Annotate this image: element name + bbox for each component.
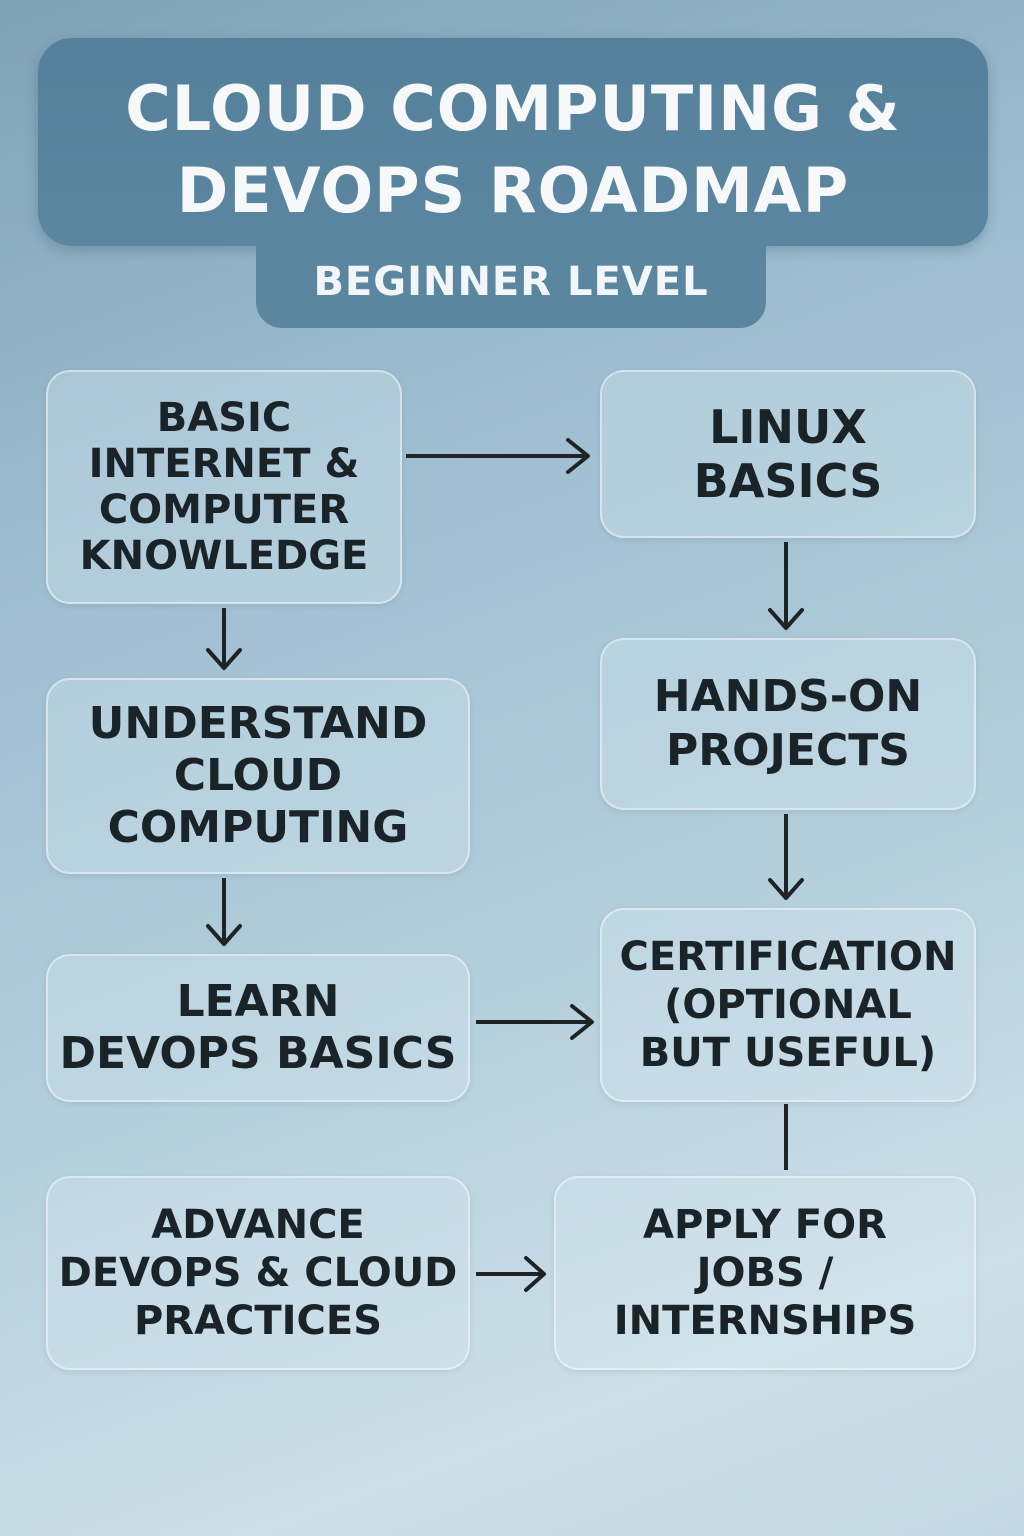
node-apply-line-2: JOBS / bbox=[696, 1250, 834, 1296]
connector-devops-to-cert bbox=[476, 1004, 594, 1040]
connector-handson-to-cert bbox=[768, 814, 804, 900]
node-cloud-line-1: UNDERSTAND bbox=[88, 698, 428, 749]
connector-linux-to-handson bbox=[768, 542, 804, 630]
node-understand-cloud: UNDERSTAND CLOUD COMPUTING bbox=[46, 678, 470, 874]
node-basic-line-4: KNOWLEDGE bbox=[79, 533, 369, 579]
connector-cloud-to-devops bbox=[206, 878, 242, 946]
connector-basic-to-linux bbox=[406, 438, 590, 474]
node-basic-line-3: COMPUTER bbox=[98, 487, 350, 533]
node-cert-line-1: CERTIFICATION bbox=[619, 934, 957, 980]
node-apply-line-3: INTERNSHIPS bbox=[613, 1298, 917, 1344]
connector-advance-to-apply bbox=[476, 1256, 546, 1292]
node-cloud-line-2: CLOUD bbox=[173, 750, 343, 801]
node-linux-line-2: BASICS bbox=[693, 454, 883, 508]
node-certification: CERTIFICATION (OPTIONAL BUT USEFUL) bbox=[600, 908, 976, 1102]
node-advance-line-3: PRACTICES bbox=[133, 1298, 383, 1344]
node-basic-knowledge: BASIC INTERNET & COMPUTER KNOWLEDGE bbox=[46, 370, 402, 604]
node-basic-line-1: BASIC bbox=[156, 395, 292, 441]
node-apply-jobs: APPLY FOR JOBS / INTERNSHIPS bbox=[554, 1176, 976, 1370]
node-learn-devops: LEARN DEVOPS BASICS bbox=[46, 954, 470, 1102]
node-handson-line-2: PROJECTS bbox=[666, 725, 910, 776]
node-handson-line-1: HANDS-ON bbox=[653, 671, 923, 722]
node-advance-line-2: DEVOPS & CLOUD bbox=[58, 1250, 458, 1296]
node-linux-basics: LINUX BASICS bbox=[600, 370, 976, 538]
node-cloud-line-3: COMPUTING bbox=[107, 802, 409, 853]
node-cert-line-2: (OPTIONAL bbox=[664, 982, 912, 1028]
node-advance-practices: ADVANCE DEVOPS & CLOUD PRACTICES bbox=[46, 1176, 470, 1370]
node-hands-on-projects: HANDS-ON PROJECTS bbox=[600, 638, 976, 810]
node-linux-line-1: LINUX bbox=[709, 400, 867, 454]
node-cert-line-3: BUT USEFUL) bbox=[639, 1030, 937, 1076]
node-basic-line-2: INTERNET & bbox=[88, 441, 360, 487]
node-apply-line-1: APPLY FOR bbox=[643, 1202, 887, 1248]
connector-basic-to-cloud bbox=[206, 608, 242, 670]
node-advance-line-1: ADVANCE bbox=[151, 1202, 365, 1248]
node-devops-line-1: LEARN bbox=[176, 976, 340, 1027]
node-devops-line-2: DEVOPS BASICS bbox=[59, 1028, 457, 1079]
